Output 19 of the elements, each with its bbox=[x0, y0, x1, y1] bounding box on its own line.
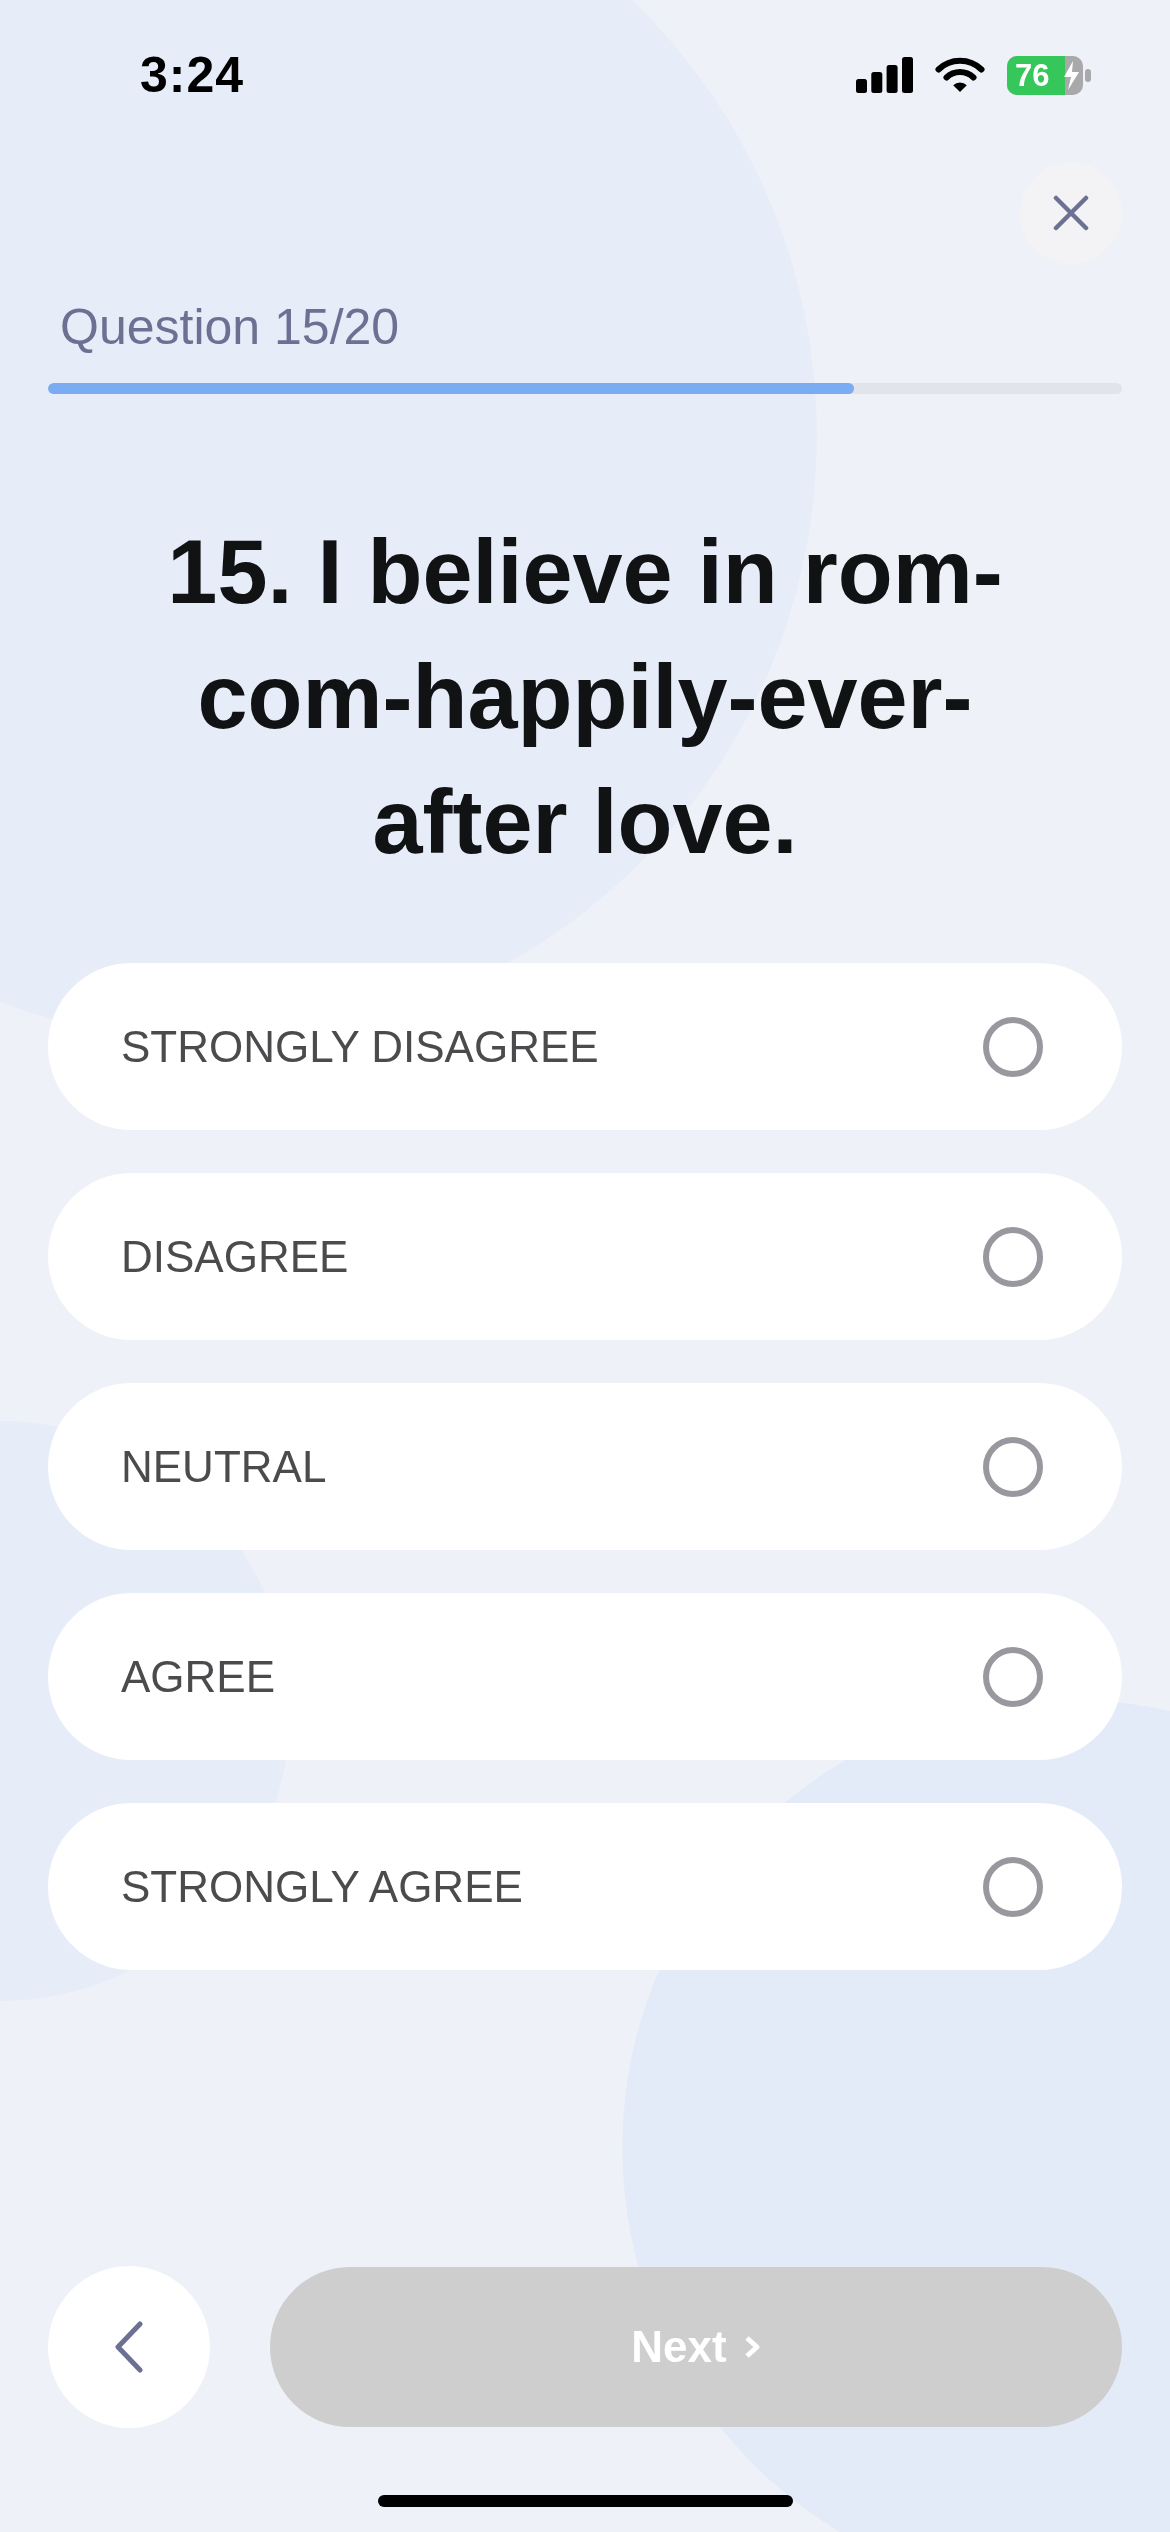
radio-button[interactable] bbox=[983, 1436, 1043, 1497]
question-title: 15. I believe in rom-com-happily-ever-after love. bbox=[166, 521, 1004, 874]
answer-option[interactable]: DISAGREE bbox=[48, 1173, 1122, 1340]
radio-button[interactable] bbox=[983, 1016, 1043, 1077]
status-time: 3:24 bbox=[140, 50, 245, 100]
radio-button[interactable] bbox=[983, 1226, 1043, 1287]
answer-option[interactable]: STRONGLY AGREE bbox=[48, 1803, 1122, 1970]
question-counter: Question 15/20 bbox=[60, 298, 401, 357]
close-icon bbox=[1053, 195, 1089, 231]
wifi-icon bbox=[935, 57, 985, 93]
chevron-left-icon bbox=[114, 2321, 144, 2373]
answer-option[interactable]: AGREE bbox=[48, 1593, 1122, 1760]
radio-button[interactable] bbox=[983, 1646, 1043, 1707]
signal-icon bbox=[856, 57, 913, 93]
answer-option[interactable]: STRONGLY DISAGREE bbox=[48, 963, 1122, 1130]
battery-percentage: 76 bbox=[1015, 58, 1050, 92]
battery-charging-icon bbox=[1007, 55, 1091, 95]
radio-button[interactable] bbox=[983, 1856, 1043, 1917]
answer-option[interactable]: NEUTRAL bbox=[48, 1383, 1122, 1550]
